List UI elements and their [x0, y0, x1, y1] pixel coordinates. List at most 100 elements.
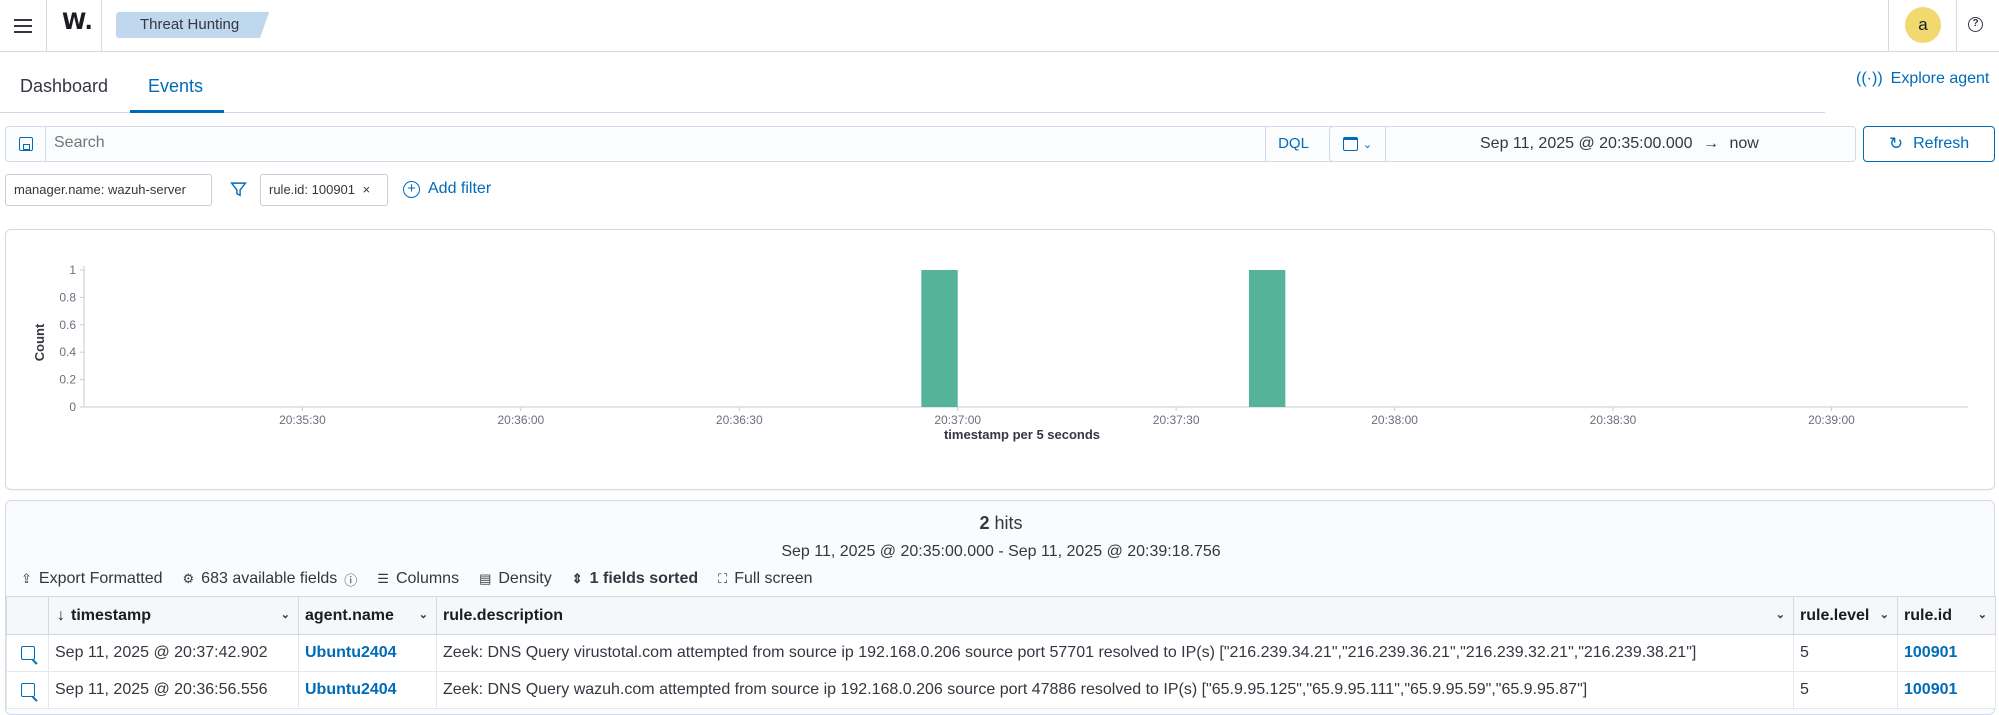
- density-label: Density: [498, 570, 552, 587]
- full-screen-button[interactable]: ⛶ Full screen: [718, 568, 812, 590]
- quick-select-button[interactable]: ⌄: [1330, 127, 1386, 161]
- hits-number: 2: [979, 513, 990, 533]
- sort-fields-button[interactable]: ⇕ 1 fields sorted: [572, 568, 698, 590]
- chevron-down-icon[interactable]: ⌄: [419, 608, 428, 621]
- hits-label: hits: [994, 513, 1023, 533]
- chevron-down-icon[interactable]: ⌄: [1776, 608, 1785, 621]
- tab-dashboard[interactable]: Dashboard: [2, 53, 126, 113]
- density-button[interactable]: ▤ Density: [479, 568, 552, 590]
- density-icon: ▤: [479, 571, 492, 586]
- refresh-icon: ↻: [1888, 134, 1904, 153]
- breadcrumb-threat-hunting[interactable]: Threat Hunting: [116, 12, 270, 38]
- query-bar: DQL: [5, 126, 1442, 162]
- agent-name-link[interactable]: Ubuntu2404: [298, 634, 437, 672]
- y-axis-title: Count: [32, 323, 47, 361]
- explore-agent-label: Explore agent: [1890, 70, 1990, 87]
- chevron-down-icon[interactable]: ⌄: [1880, 608, 1889, 621]
- inspect-cell[interactable]: [6, 634, 49, 672]
- sort-icon: ⇕: [571, 571, 583, 586]
- header-divider: [46, 0, 47, 52]
- menu-icon[interactable]: [9, 12, 37, 40]
- start-date[interactable]: Sep 11, 2025 @ 20:35:00.000: [1480, 135, 1693, 152]
- column-label: rule.level: [1800, 606, 1870, 624]
- inspect-document-icon[interactable]: [20, 645, 35, 660]
- results-table: ↓ timestamp ⌄ agent.name ⌄ rule.description…: [6, 596, 1996, 709]
- columns-label: Columns: [395, 570, 460, 587]
- arrow-right-icon: →: [1703, 135, 1720, 152]
- tab-bar: Dashboard Events: [0, 53, 1825, 113]
- filter-pill-label: rule.id: 100901: [269, 182, 356, 197]
- y-tick-label: 0: [69, 400, 76, 414]
- y-tick-label: 0.2: [59, 373, 76, 387]
- hits-count: 2 hits: [6, 513, 1996, 534]
- timestamp-cell: Sep 11, 2025 @ 20:36:56.556: [48, 671, 299, 709]
- chevron-down-icon[interactable]: ⌄: [1978, 608, 1987, 621]
- header-divider: [101, 0, 102, 52]
- x-tick-label: 20:36:00: [498, 413, 545, 427]
- help-icon[interactable]: ?: [1968, 17, 1983, 32]
- y-tick-label: 0.6: [59, 318, 76, 332]
- fullscreen-icon: ⛶: [718, 571, 728, 586]
- column-header-agent-name[interactable]: agent.name ⌄: [298, 596, 437, 635]
- calendar-icon: [1342, 137, 1358, 151]
- x-tick-label: 20:37:30: [1153, 413, 1200, 427]
- refresh-button[interactable]: ↻ Refresh: [1863, 126, 1995, 162]
- table-row: Sep 11, 2025 @ 20:36:56.556 Ubuntu2404 Z…: [6, 671, 1996, 709]
- column-label: rule.description: [443, 606, 564, 624]
- histogram-bar: [1248, 270, 1286, 407]
- dql-toggle-button[interactable]: DQL: [1265, 127, 1321, 161]
- plus-circle-icon: +: [403, 180, 420, 198]
- results-toolbar: ⇪ Export Formatted ⚙ 683 available field…: [21, 568, 812, 590]
- save-query-icon[interactable]: [6, 127, 46, 161]
- x-tick-label: 20:36:30: [716, 413, 763, 427]
- search-input[interactable]: [54, 134, 1254, 152]
- antenna-icon: ((·)): [1856, 70, 1883, 87]
- column-header-timestamp[interactable]: ↓ timestamp ⌄: [48, 596, 299, 635]
- explore-agent-link[interactable]: ((·)) Explore agent: [1856, 70, 1989, 88]
- date-picker: ⌄ Sep 11, 2025 @ 20:35:00.000 → now: [1329, 126, 1856, 162]
- remove-filter-icon[interactable]: ×: [363, 182, 371, 197]
- column-header-rule-id[interactable]: rule.id ⌄: [1897, 596, 1996, 635]
- fields-label: 683 available fields: [201, 570, 338, 587]
- rule-description-cell: Zeek: DNS Query wazuh.com attempted from…: [436, 671, 1794, 709]
- chevron-down-icon: ⌄: [1362, 138, 1373, 151]
- columns-icon: ☰: [377, 571, 389, 586]
- columns-button[interactable]: ☰ Columns: [377, 568, 459, 590]
- filter-pill-manager-name[interactable]: manager.name: wazuh-server: [5, 174, 212, 206]
- y-tick-label: 1: [69, 263, 76, 277]
- column-header-rule-level[interactable]: rule.level ⌄: [1793, 596, 1898, 635]
- info-icon: ⓘ: [344, 572, 358, 588]
- tab-events[interactable]: Events: [130, 53, 224, 113]
- export-formatted-button[interactable]: ⇪ Export Formatted: [21, 568, 163, 590]
- histogram-bar: [921, 270, 958, 407]
- column-header-actions: [6, 596, 49, 635]
- chevron-down-icon[interactable]: ⌄: [281, 608, 290, 621]
- y-tick-label: 0.4: [59, 345, 76, 359]
- export-icon: ⇪: [21, 571, 32, 586]
- add-filter-label: Add filter: [428, 180, 492, 197]
- rule-level-cell: 5: [1793, 634, 1898, 672]
- filter-pill-rule-id[interactable]: rule.id: 100901 ×: [260, 174, 388, 206]
- column-header-rule-description[interactable]: rule.description ⌄: [436, 596, 1794, 635]
- column-label: rule.id: [1904, 606, 1953, 624]
- end-date[interactable]: now: [1729, 135, 1758, 152]
- date-range: Sep 11, 2025 @ 20:35:00.000 → now: [1480, 127, 1759, 161]
- wazuh-logo[interactable]: W.: [62, 10, 93, 35]
- x-tick-label: 20:39:00: [1808, 413, 1855, 427]
- filter-icon[interactable]: [230, 181, 247, 203]
- fullscreen-label: Full screen: [734, 570, 813, 587]
- sorted-label: 1 fields sorted: [589, 570, 699, 587]
- agent-name-link[interactable]: Ubuntu2404: [298, 671, 437, 709]
- inspect-cell[interactable]: [6, 671, 49, 709]
- histogram-chart: 1 0.8 0.6 0.4 0.2 0 20:35:30 20:36:00 20:36:30 20…: [32, 263, 1968, 442]
- inspect-document-icon[interactable]: [20, 682, 35, 697]
- add-filter-button[interactable]: + Add filter: [403, 180, 491, 198]
- header-divider: [1956, 0, 1957, 52]
- rule-id-link[interactable]: 100901: [1897, 671, 1996, 709]
- avatar[interactable]: a: [1905, 7, 1941, 43]
- x-tick-label: 20:38:00: [1371, 413, 1418, 427]
- refresh-label: Refresh: [1913, 135, 1970, 152]
- x-tick-label: 20:38:30: [1590, 413, 1637, 427]
- rule-id-link[interactable]: 100901: [1897, 634, 1996, 672]
- available-fields-button[interactable]: ⚙ 683 available fields ⓘ: [183, 568, 358, 590]
